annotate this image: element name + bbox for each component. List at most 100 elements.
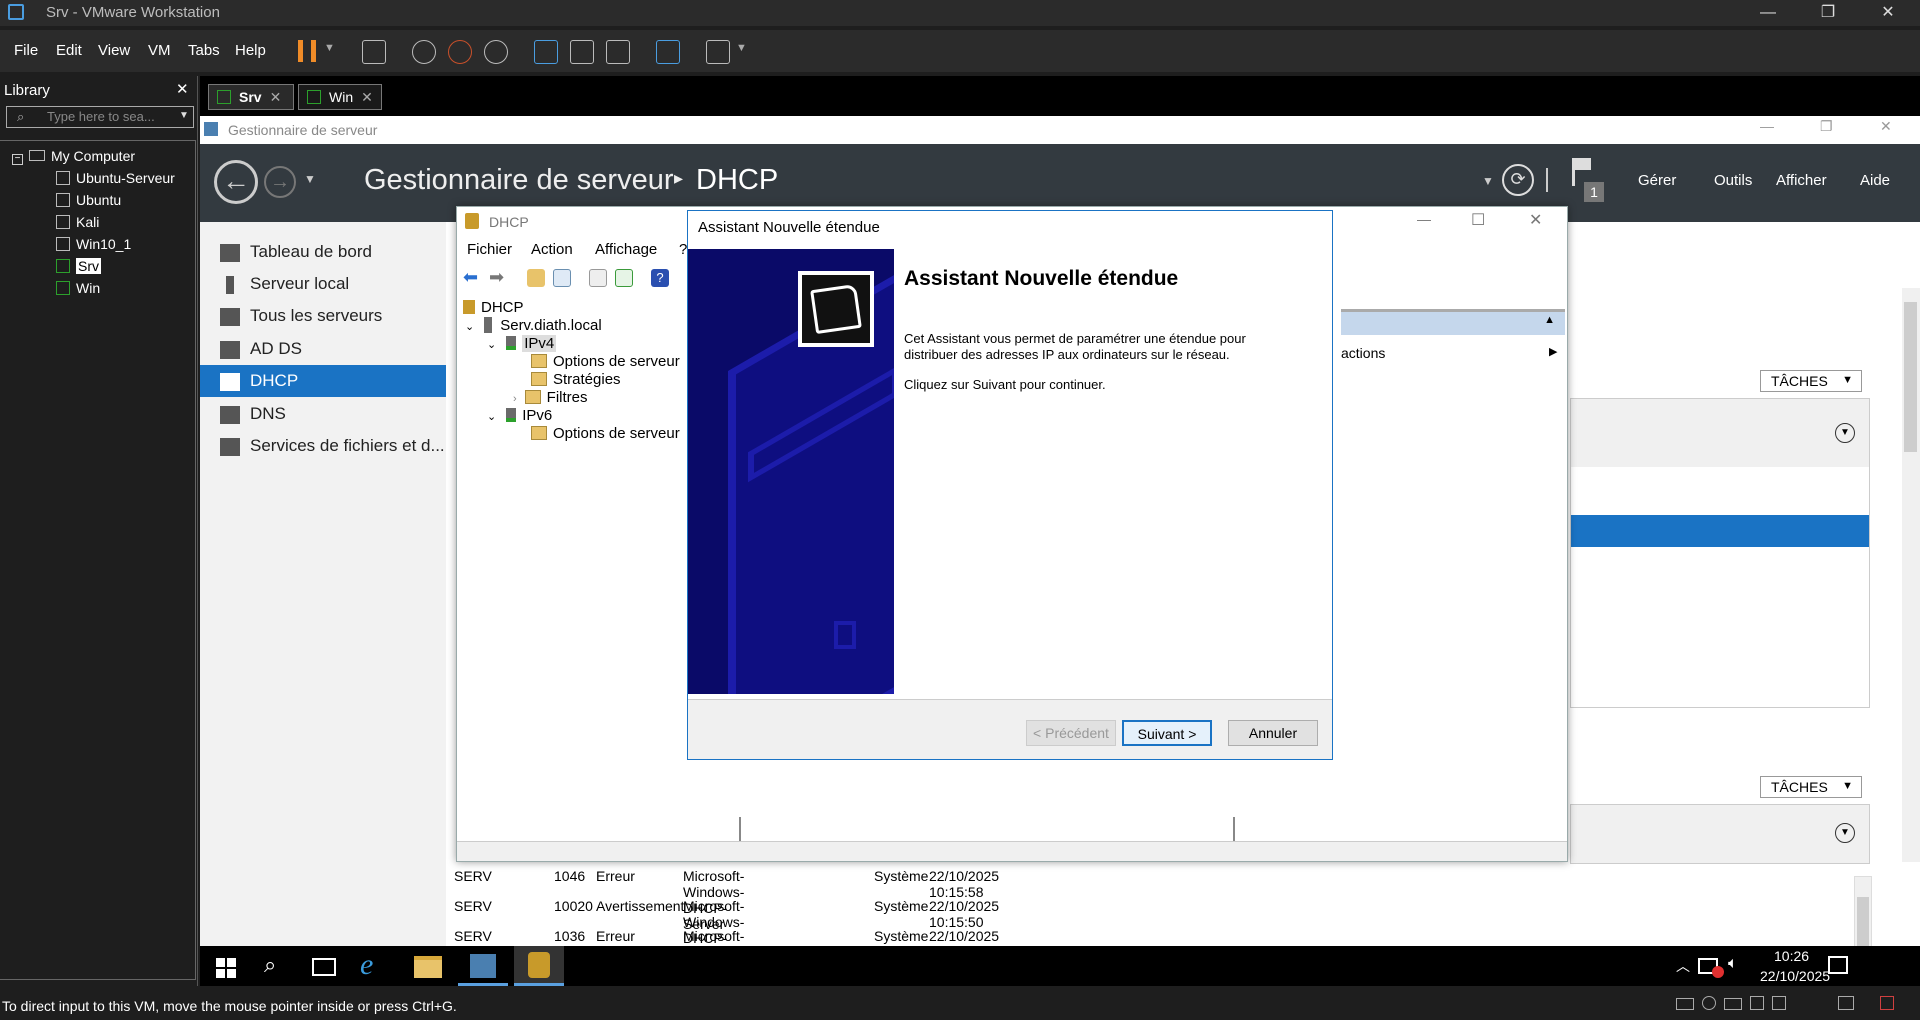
nav-tableau-de-bord[interactable]: Tableau de bord	[200, 236, 446, 268]
cancel-button[interactable]: Annuler	[1228, 720, 1318, 746]
close-button[interactable]: ✕	[1868, 2, 1908, 24]
menu-vm[interactable]: VM	[148, 42, 171, 59]
internet-explorer-icon[interactable]: e	[360, 948, 373, 982]
tree-item-vm[interactable]: Win10_1	[56, 233, 131, 255]
tree-item-vm[interactable]: Win	[56, 277, 100, 299]
menu-action[interactable]: Action	[531, 241, 573, 258]
refresh-dropdown-icon[interactable]: ▼	[1482, 174, 1494, 188]
nav-serveur-local[interactable]: Serveur local	[200, 268, 446, 300]
pane-divider[interactable]	[1233, 817, 1235, 841]
menu-outils[interactable]: Outils	[1714, 172, 1752, 189]
menu-afficher[interactable]: Afficher	[1776, 172, 1827, 189]
menu-affichage[interactable]: Affichage	[595, 241, 657, 258]
tree-node-options-v6[interactable]: Options de serveur	[531, 423, 680, 445]
revert-snapshot-icon[interactable]	[448, 40, 472, 64]
cd-icon[interactable]	[1702, 996, 1716, 1010]
tree-item-vm-selected[interactable]: Srv	[56, 255, 101, 277]
restore-button[interactable]: ❐	[1808, 2, 1848, 24]
file-explorer-icon[interactable]	[414, 956, 442, 978]
show-hidden-icons-icon[interactable]: ︿	[1676, 956, 1690, 976]
minimize-button[interactable]: —	[1748, 2, 1788, 24]
clock-time[interactable]: 10:26	[1774, 948, 1809, 964]
more-actions-label[interactable]: actions	[1341, 345, 1385, 361]
menu-gerer[interactable]: Gérer	[1638, 172, 1676, 189]
sm-restore-button[interactable]: ❐	[1820, 118, 1833, 135]
vm-console[interactable]: Gestionnaire de serveur — ❐ ✕ ← → ▼ Gest…	[200, 116, 1920, 986]
taches-dropdown-2[interactable]: TÂCHES ▼	[1760, 776, 1862, 798]
windows-start-icon[interactable]	[216, 958, 236, 978]
show-hide-tree-icon[interactable]	[553, 269, 571, 287]
help-icon[interactable]: ?	[651, 269, 669, 287]
selected-row[interactable]	[1571, 515, 1869, 547]
pause-icon[interactable]	[298, 40, 316, 62]
refresh-icon[interactable]: ⟳	[1502, 164, 1534, 196]
sm-minimize-button[interactable]: —	[1760, 118, 1774, 134]
expand-chevron-icon[interactable]: ⌄	[487, 411, 496, 423]
page-scrollbar[interactable]	[1902, 288, 1920, 862]
actions-header[interactable]: ▲	[1341, 309, 1565, 335]
thumbnail-view-icon[interactable]	[570, 40, 594, 64]
stretch-icon[interactable]	[706, 40, 730, 64]
stretch-dropdown-icon[interactable]: ▼	[736, 42, 747, 54]
console-view-icon[interactable]	[656, 40, 680, 64]
refresh-list-icon[interactable]	[615, 269, 633, 287]
menu-tabs[interactable]: Tabs	[188, 42, 220, 59]
nav-tous-les-serveurs[interactable]: Tous les serveurs	[200, 300, 446, 332]
back-arrow-icon[interactable]: ←	[214, 160, 258, 204]
menu-help[interactable]: Help	[235, 42, 266, 59]
menu-aide[interactable]: Aide	[1860, 172, 1890, 189]
menu-file[interactable]: File	[14, 42, 38, 59]
dhcp-maximize-button[interactable]: ☐	[1471, 210, 1485, 230]
dhcp-minimize-button[interactable]: —	[1417, 211, 1431, 227]
network-icon[interactable]	[1698, 958, 1724, 978]
tree-item-my-computer[interactable]: − My Computer	[12, 145, 135, 167]
nav-services-fichiers[interactable]: Services de fichiers et d...	[200, 430, 446, 462]
pane-divider[interactable]	[739, 817, 741, 841]
sm-close-button[interactable]: ✕	[1880, 118, 1892, 135]
nav-dns[interactable]: DNS	[200, 398, 446, 430]
device-alert-icon[interactable]	[1880, 996, 1894, 1010]
dhcp-taskbar-icon[interactable]	[514, 946, 564, 986]
tab-win[interactable]: Win ✕	[298, 84, 382, 110]
tree-item-vm[interactable]: Ubuntu-Serveur	[56, 167, 175, 189]
send-ctrl-alt-del-icon[interactable]	[362, 40, 386, 64]
up-folder-icon[interactable]	[527, 269, 545, 287]
server-manager-taskbar-icon[interactable]	[458, 946, 508, 986]
dhcp-close-button[interactable]: ✕	[1529, 210, 1542, 230]
previous-button[interactable]: < Précédent	[1026, 720, 1116, 746]
tree-item-vm[interactable]: Ubuntu	[56, 189, 121, 211]
expand-chevron-icon[interactable]: ⌄	[487, 339, 496, 351]
library-search-input[interactable]: ⌕ Type here to sea... ▼	[6, 106, 194, 128]
usb-icon[interactable]	[1750, 996, 1764, 1010]
display-icon[interactable]	[1838, 996, 1854, 1010]
volume-muted-icon[interactable]: 🔈︎	[1728, 955, 1738, 973]
library-close-icon[interactable]: ✕	[176, 80, 189, 98]
tree-item-vm[interactable]: Kali	[56, 211, 99, 233]
task-view-icon[interactable]	[312, 958, 336, 976]
snapshot-manager-icon[interactable]	[484, 40, 508, 64]
expand-chevron-icon[interactable]: ▼	[1835, 423, 1855, 443]
network-adapter-icon[interactable]	[1724, 998, 1742, 1010]
close-tab-icon[interactable]: ✕	[361, 89, 373, 106]
forward-arrow-icon[interactable]: →	[264, 166, 296, 198]
search-icon[interactable]: ⌕	[264, 952, 276, 978]
snapshot-icon[interactable]	[412, 40, 436, 64]
menu-view[interactable]: View	[98, 42, 130, 59]
forward-icon[interactable]: ➡	[489, 268, 507, 287]
pause-dropdown-icon[interactable]: ▼	[324, 42, 335, 54]
expand-chevron-icon[interactable]: ▼	[1835, 823, 1855, 843]
library-view-icon[interactable]	[534, 40, 558, 64]
back-icon[interactable]: ⬅	[463, 268, 481, 287]
clock-date[interactable]: 22/10/2025	[1760, 968, 1830, 984]
sound-icon[interactable]	[1772, 996, 1786, 1010]
collapse-icon[interactable]: −	[12, 154, 23, 165]
close-tab-icon[interactable]: ✕	[270, 89, 282, 106]
menu-fichier[interactable]: Fichier	[467, 241, 512, 258]
nav-dhcp[interactable]: DHCP	[200, 365, 446, 397]
nav-ad-ds[interactable]: AD DS	[200, 333, 446, 365]
tab-srv[interactable]: Srv ✕	[208, 84, 294, 110]
expand-arrow-icon[interactable]: ›	[513, 393, 517, 405]
search-dropdown-icon[interactable]: ▼	[179, 110, 189, 121]
next-button[interactable]: Suivant >	[1122, 720, 1212, 746]
hdd-icon[interactable]	[1676, 998, 1694, 1010]
